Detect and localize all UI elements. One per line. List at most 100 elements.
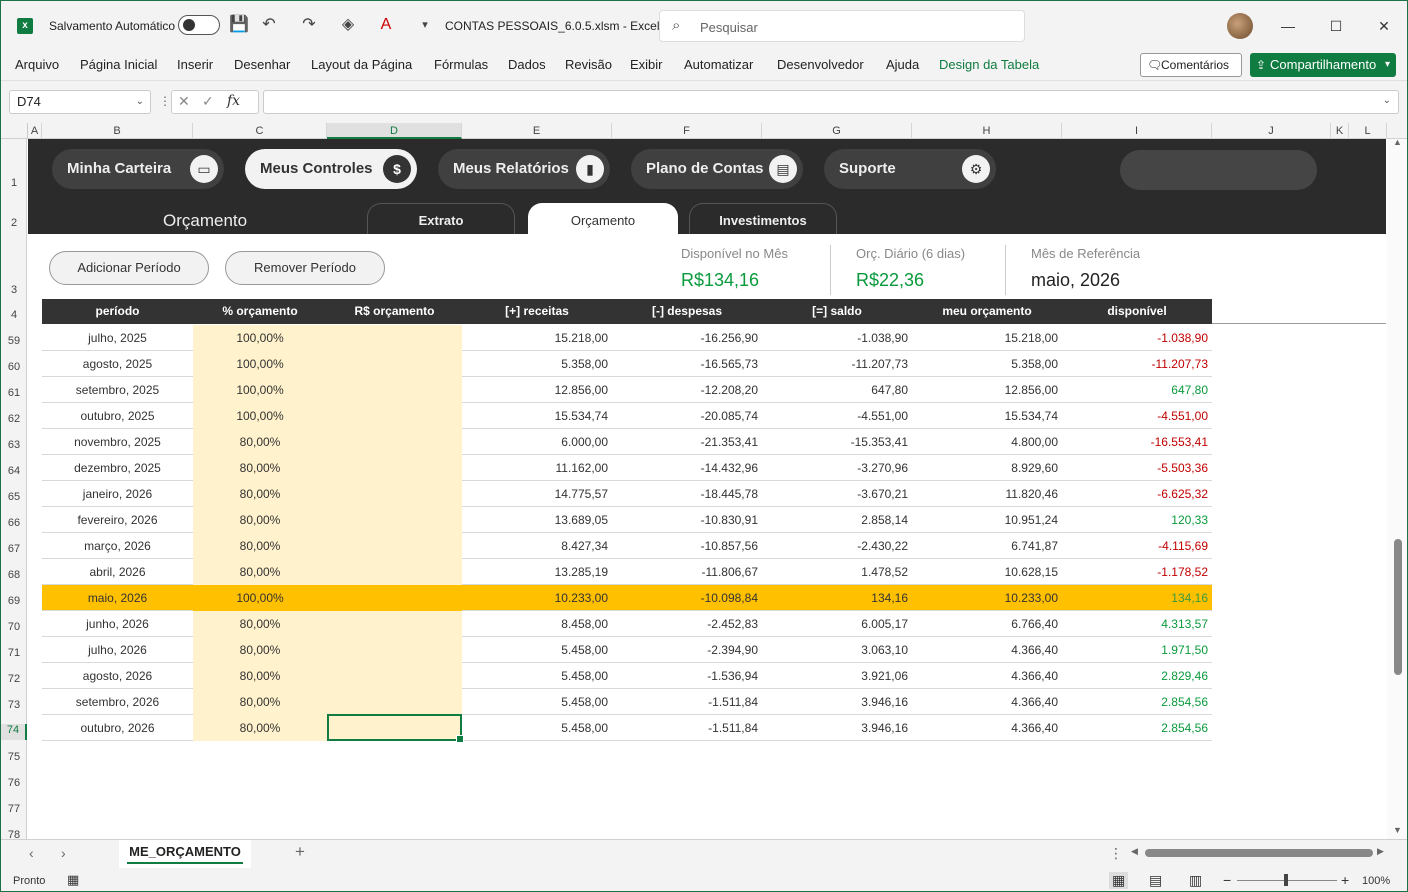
cell-percent-orcamento[interactable]: 100,00% xyxy=(193,377,327,403)
cell-meu-orcamento[interactable]: 10.233,00 xyxy=(912,585,1062,611)
row-header[interactable]: 1 xyxy=(1,177,27,189)
cell-saldo[interactable]: 1.478,52 xyxy=(762,559,912,585)
cell-meu-orcamento[interactable]: 4.366,40 xyxy=(912,689,1062,715)
row-header[interactable]: 75 xyxy=(1,751,27,763)
cell-percent-orcamento[interactable]: 80,00% xyxy=(193,507,327,533)
cell-saldo[interactable]: -11.207,73 xyxy=(762,351,912,377)
cell-rs-orcamento[interactable] xyxy=(327,585,462,611)
cell-despesas[interactable]: -2.452,83 xyxy=(612,611,762,637)
cell-periodo[interactable]: setembro, 2025 xyxy=(42,377,193,403)
row-header[interactable]: 71 xyxy=(1,647,27,659)
cell-receitas[interactable]: 5.458,00 xyxy=(462,663,612,689)
cell-saldo[interactable]: 134,16 xyxy=(762,585,912,611)
cell-saldo[interactable]: -3.670,21 xyxy=(762,481,912,507)
cell-receitas[interactable]: 13.285,19 xyxy=(462,559,612,585)
insert-function-icon[interactable]: fx xyxy=(227,93,240,109)
fill-color-icon[interactable]: ◈ xyxy=(338,15,358,35)
cell-disponivel[interactable]: 647,80 xyxy=(1062,377,1212,403)
cell-saldo[interactable]: -3.270,96 xyxy=(762,455,912,481)
header-rs-orcamento[interactable]: R$ orçamento xyxy=(327,299,462,324)
cell-despesas[interactable]: -10.098,84 xyxy=(612,585,762,611)
cell-disponivel[interactable]: 4.313,57 xyxy=(1062,611,1212,637)
sheet-tab-me-orcamento[interactable]: ME_ORÇAMENTO xyxy=(119,840,251,868)
name-box[interactable]: D74 ⌄ xyxy=(9,90,151,114)
search-box[interactable]: ⌕ Pesquisar xyxy=(659,10,1025,42)
tab-pagina-inicial[interactable]: Página Inicial xyxy=(80,57,157,72)
expand-formula-icon[interactable]: ⌄ xyxy=(1383,95,1391,106)
cell-percent-orcamento[interactable]: 100,00% xyxy=(193,403,327,429)
cell-periodo[interactable]: março, 2026 xyxy=(42,533,193,559)
cell-percent-orcamento[interactable]: 80,00% xyxy=(193,455,327,481)
cell-percent-orcamento[interactable]: 80,00% xyxy=(193,689,327,715)
cell-meu-orcamento[interactable]: 4.366,40 xyxy=(912,663,1062,689)
column-header-l[interactable]: L xyxy=(1349,123,1387,139)
tab-revisao[interactable]: Revisão xyxy=(565,57,612,72)
row-header[interactable]: 69 xyxy=(1,595,27,607)
cell-receitas[interactable]: 12.856,00 xyxy=(462,377,612,403)
row-header[interactable]: 65 xyxy=(1,491,27,503)
cell-saldo[interactable]: -1.038,90 xyxy=(762,325,912,351)
header-meu-orcamento[interactable]: meu orçamento xyxy=(912,299,1062,324)
cell-disponivel[interactable]: 120,33 xyxy=(1062,507,1212,533)
cell-saldo[interactable]: 3.946,16 xyxy=(762,715,912,741)
cell-periodo[interactable]: novembro, 2025 xyxy=(42,429,193,455)
zoom-in-icon[interactable]: + xyxy=(1341,872,1349,888)
cell-periodo[interactable]: janeiro, 2026 xyxy=(42,481,193,507)
cell-percent-orcamento[interactable]: 100,00% xyxy=(193,325,327,351)
tab-automatizar[interactable]: Automatizar xyxy=(684,57,753,72)
share-button[interactable]: ⇪ Compartilhamento ▾ xyxy=(1250,53,1396,77)
cell-despesas[interactable]: -12.208,20 xyxy=(612,377,762,403)
accessibility-icon[interactable]: ▦ xyxy=(67,872,79,888)
normal-view-icon[interactable]: ▦ xyxy=(1109,872,1129,889)
cell-periodo[interactable]: abril, 2026 xyxy=(42,559,193,585)
select-all-corner[interactable] xyxy=(1,123,28,139)
scroll-left-icon[interactable]: ◀ xyxy=(1131,846,1138,857)
cell-despesas[interactable]: -1.511,84 xyxy=(612,689,762,715)
cell-disponivel[interactable]: -1.178,52 xyxy=(1062,559,1212,585)
row-header[interactable]: 64 xyxy=(1,465,27,477)
tab-desenvolvedor[interactable]: Desenvolvedor xyxy=(777,57,864,72)
cell-disponivel[interactable]: -6.625,32 xyxy=(1062,481,1212,507)
zoom-level[interactable]: 100% xyxy=(1362,875,1390,887)
cell-periodo[interactable]: agosto, 2025 xyxy=(42,351,193,377)
cell-periodo[interactable]: outubro, 2026 xyxy=(42,715,193,741)
cell-meu-orcamento[interactable]: 5.358,00 xyxy=(912,351,1062,377)
cancel-icon[interactable]: ✕ xyxy=(178,93,190,110)
row-header[interactable]: 68 xyxy=(1,569,27,581)
enter-icon[interactable]: ✓ xyxy=(202,93,214,110)
column-header-g[interactable]: G xyxy=(762,123,912,139)
cell-receitas[interactable]: 11.162,00 xyxy=(462,455,612,481)
customize-toolbar-icon[interactable]: ▾ xyxy=(415,15,435,35)
cell-periodo[interactable]: agosto, 2026 xyxy=(42,663,193,689)
header-disponivel[interactable]: disponível xyxy=(1062,299,1212,324)
column-header-j[interactable]: J xyxy=(1212,123,1331,139)
cell-rs-orcamento[interactable] xyxy=(327,429,462,455)
cell-rs-orcamento[interactable] xyxy=(327,611,462,637)
column-header-e[interactable]: E xyxy=(462,123,612,139)
cell-rs-orcamento[interactable] xyxy=(327,559,462,585)
cell-percent-orcamento[interactable]: 80,00% xyxy=(193,715,327,741)
row-header[interactable]: 73 xyxy=(1,699,27,711)
cell-saldo[interactable]: 647,80 xyxy=(762,377,912,403)
header-saldo[interactable]: [=] saldo xyxy=(762,299,912,324)
chevron-down-icon[interactable]: ⌄ xyxy=(136,91,144,113)
cell-percent-orcamento[interactable]: 100,00% xyxy=(193,585,327,611)
cell-disponivel[interactable]: -16.553,41 xyxy=(1062,429,1212,455)
cell-despesas[interactable]: -1.511,84 xyxy=(612,715,762,741)
cell-disponivel[interactable]: -4.115,69 xyxy=(1062,533,1212,559)
cell-rs-orcamento[interactable] xyxy=(327,455,462,481)
row-header[interactable]: 62 xyxy=(1,413,27,425)
formula-input[interactable]: ⌄ xyxy=(263,90,1399,114)
cell-despesas[interactable]: -14.432,96 xyxy=(612,455,762,481)
cell-receitas[interactable]: 6.000,00 xyxy=(462,429,612,455)
header-despesas[interactable]: [-] despesas xyxy=(612,299,762,324)
remove-period-button[interactable]: Remover Período xyxy=(225,251,385,285)
tab-ajuda[interactable]: Ajuda xyxy=(886,57,919,72)
next-sheet-icon[interactable]: › xyxy=(61,845,66,861)
zoom-slider-thumb[interactable] xyxy=(1284,874,1288,886)
cell-despesas[interactable]: -20.085,74 xyxy=(612,403,762,429)
row-header[interactable]: 63 xyxy=(1,439,27,451)
cell-receitas[interactable]: 5.458,00 xyxy=(462,637,612,663)
zoom-out-icon[interactable]: − xyxy=(1223,872,1231,888)
save-icon[interactable]: 💾 xyxy=(229,15,249,35)
